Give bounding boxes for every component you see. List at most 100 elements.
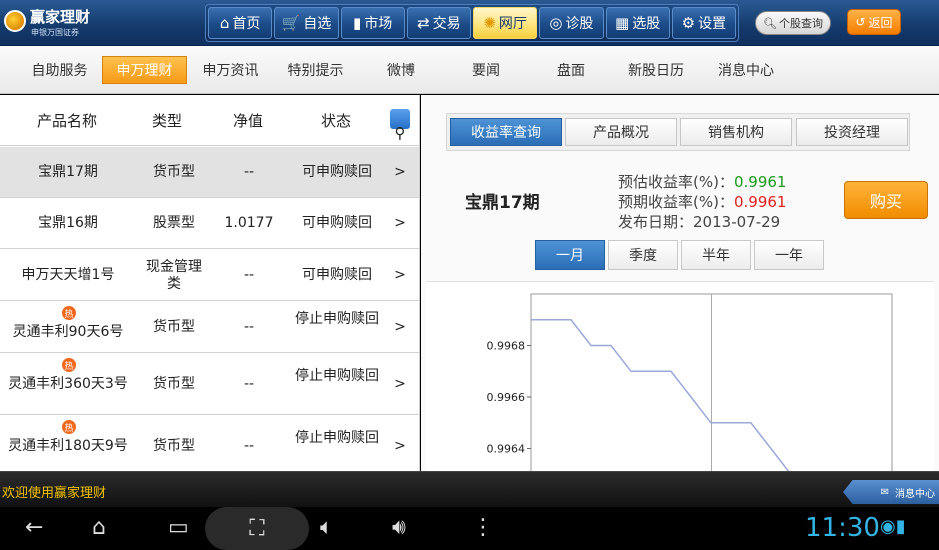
product-status-cell: 停止申购赎回 — [295, 429, 379, 446]
tab-1[interactable]: 申万理财 — [102, 56, 187, 84]
tab-7[interactable]: 新股日历 — [614, 56, 698, 84]
exchange-icon: ⇄ — [417, 14, 430, 32]
chevron-right-icon: > — [394, 375, 406, 392]
expected-yield-value: 0.9961 — [733, 193, 787, 211]
product-status-cell: 可申购赎回 — [302, 215, 372, 231]
chevron-right-icon: > — [394, 163, 406, 180]
tab-5[interactable]: 要闻 — [455, 56, 517, 84]
message-center-label: 消息中心 — [895, 488, 935, 500]
logo-subtitle: 申银万国证券 — [31, 28, 79, 37]
nav-label: 诊股 — [565, 16, 594, 32]
menu-icon[interactable]: ⋮ — [472, 515, 494, 540]
main-nav: ⌂ 首页 🛒 自选 ▮ 市场 ⇄ 交易 ✺ 网厅 ◎ 诊股 ▦ 选股 ⚙ 设置 — [205, 4, 739, 42]
tab-2[interactable]: 申万资讯 — [188, 56, 273, 84]
stock-search-button[interactable]: 🔍︎ 个股查询 — [755, 11, 831, 35]
tab-4[interactable]: 微博 — [370, 56, 432, 84]
nav-bar-chart[interactable]: ▮ 市场 — [340, 7, 405, 39]
list-search-button[interactable]: ⚲ — [390, 109, 410, 142]
back-arrow-icon: ↺ — [855, 15, 866, 29]
nav-label: 自选 — [303, 16, 332, 32]
product-status-cell: 可申购赎回 — [302, 163, 372, 180]
back-button[interactable]: ↺ 返回 — [847, 9, 901, 35]
estimated-yield-label: 预估收益率(%)： — [618, 173, 734, 191]
diagnose-icon: ◎ — [549, 14, 563, 32]
product-nav-cell: -- — [243, 375, 255, 392]
product-list-panel: 产品名称 类型 净值 状态 ⚲ 宝鼎17期 货币型 -- 可申购赎回 > 宝鼎16期 股票型… — [0, 95, 420, 471]
select-stock-icon: ▦ — [615, 14, 630, 32]
nav-exchange[interactable]: ⇄ 交易 — [406, 7, 471, 39]
product-nav-cell: 1.0177 — [224, 215, 274, 231]
nav-label: 选股 — [632, 16, 661, 32]
nav-home[interactable]: ⌂ 首页 — [208, 7, 273, 39]
product-status-cell: 停止申购赎回 — [295, 310, 379, 327]
home-icon[interactable]: ⌂ — [92, 515, 106, 540]
product-type-cell: 货币型 — [153, 437, 195, 454]
product-nav-cell: -- — [243, 163, 255, 180]
publish-date-label: 发布日期： — [618, 213, 694, 231]
product-name-cell: 灵通丰利180天9号 — [8, 438, 128, 454]
table-row[interactable]: 热灵通丰利180天9号 货币型 -- 停止申购赎回 > — [0, 416, 419, 471]
hot-badge-icon: 热 — [62, 306, 76, 320]
nav-label: 市场 — [364, 16, 393, 32]
clock: 11:30 — [805, 513, 880, 543]
nav-label: 网厅 — [498, 16, 527, 32]
nav-diagnose[interactable]: ◎ 诊股 — [539, 7, 604, 39]
chevron-right-icon: > — [394, 318, 406, 335]
nav-select-stock[interactable]: ▦ 选股 — [605, 7, 670, 39]
estimated-yield: 预估收益率(%)：0.9961 — [618, 171, 786, 192]
detail-subtabs: 收益率查询 产品概况 销售机构 投资经理 — [446, 113, 910, 151]
publish-date: 发布日期：2013-07-29 — [618, 211, 780, 232]
back-icon[interactable]: ← — [25, 515, 43, 540]
message-center-button[interactable]: ✉ 消息中心 — [843, 480, 939, 504]
table-row[interactable]: 热灵通丰利90天6号 货币型 -- 停止申购赎回 > — [0, 302, 419, 353]
nav-gear[interactable]: ⚙ 设置 — [671, 7, 736, 39]
logo-mark-icon — [4, 10, 26, 32]
subtab-1[interactable]: 产品概况 — [565, 118, 677, 146]
product-detail-panel: 收益率查询 产品概况 销售机构 投资经理 宝鼎17期 预估收益率(%)：0.9961 … — [421, 95, 939, 471]
screenshot-icon[interactable]: ⛶ — [205, 507, 309, 550]
subtab-2[interactable]: 销售机构 — [680, 118, 792, 146]
product-name-cell: 宝鼎16期 — [38, 215, 98, 231]
back-label: 返回 — [868, 15, 893, 30]
period-button-1[interactable]: 季度 — [608, 240, 678, 270]
tab-3[interactable]: 特别提示 — [273, 56, 358, 84]
product-status-cell: 可申购赎回 — [302, 266, 372, 283]
product-name-cell: 申万天天增1号 — [21, 266, 115, 283]
nav-sun[interactable]: ✺ 网厅 — [473, 7, 538, 39]
product-name-cell: 灵通丰利90天6号 — [12, 324, 124, 340]
welcome-text: 欢迎使用赢家理财 — [2, 486, 107, 501]
period-button-0[interactable]: 一月 — [535, 240, 605, 270]
sun-icon: ✺ — [483, 14, 496, 32]
estimated-yield-value: 0.9961 — [733, 173, 787, 191]
y-tick-label: 0.9966 — [487, 391, 526, 404]
volume-up-icon[interactable]: 🔊︎ — [392, 515, 406, 540]
recent-apps-icon[interactable]: ▭ — [168, 515, 189, 540]
table-row[interactable]: 宝鼎16期 股票型 1.0177 可申购赎回 > — [0, 199, 419, 249]
buy-button[interactable]: 购买 — [844, 181, 928, 219]
table-row[interactable]: 申万天天增1号 现金管理类 -- 可申购赎回 > — [0, 250, 419, 301]
bar-chart-icon: ▮ — [352, 14, 362, 32]
table-row[interactable]: 热灵通丰利360天3号 货币型 -- 停止申购赎回 > — [0, 354, 419, 415]
top-app-bar: 赢家理财 申银万国证券 ⌂ 首页 🛒 自选 ▮ 市场 ⇄ 交易 ✺ 网厅 ◎ 诊股 ▦ 选股 ⚙ 设置 🔍︎ … — [0, 0, 939, 46]
tab-0[interactable]: 自助服务 — [12, 56, 107, 84]
tab-6[interactable]: 盘面 — [540, 56, 602, 84]
product-type-cell: 股票型 — [153, 215, 195, 231]
header-name: 产品名称 — [37, 112, 98, 130]
subtab-3[interactable]: 投资经理 — [796, 118, 908, 146]
tab-8[interactable]: 消息中心 — [704, 56, 788, 84]
period-button-3[interactable]: 一年 — [754, 240, 824, 270]
category-tabs: 自助服务 申万理财 申万资讯 特别提示 微博 要闻 盘面 新股日历 消息中心 — [0, 46, 939, 94]
product-name-cell: 宝鼎17期 — [38, 163, 98, 180]
product-nav-cell: -- — [243, 437, 255, 454]
volume-down-icon[interactable]: 🔈︎ — [320, 515, 333, 540]
product-type-cell: 货币型 — [153, 163, 195, 180]
subtab-0[interactable]: 收益率查询 — [450, 118, 562, 146]
table-row[interactable]: 宝鼎17期 货币型 -- 可申购赎回 > — [0, 147, 419, 198]
product-nav-cell: -- — [243, 318, 255, 335]
nav-cart[interactable]: 🛒 自选 — [274, 7, 339, 39]
product-nav-cell: -- — [243, 266, 255, 283]
chevron-right-icon: > — [394, 266, 406, 283]
period-button-2[interactable]: 半年 — [681, 240, 751, 270]
mail-icon: ✉ — [880, 486, 889, 498]
yield-chart: 0.9968 0.9966 0.9964 — [426, 281, 934, 471]
